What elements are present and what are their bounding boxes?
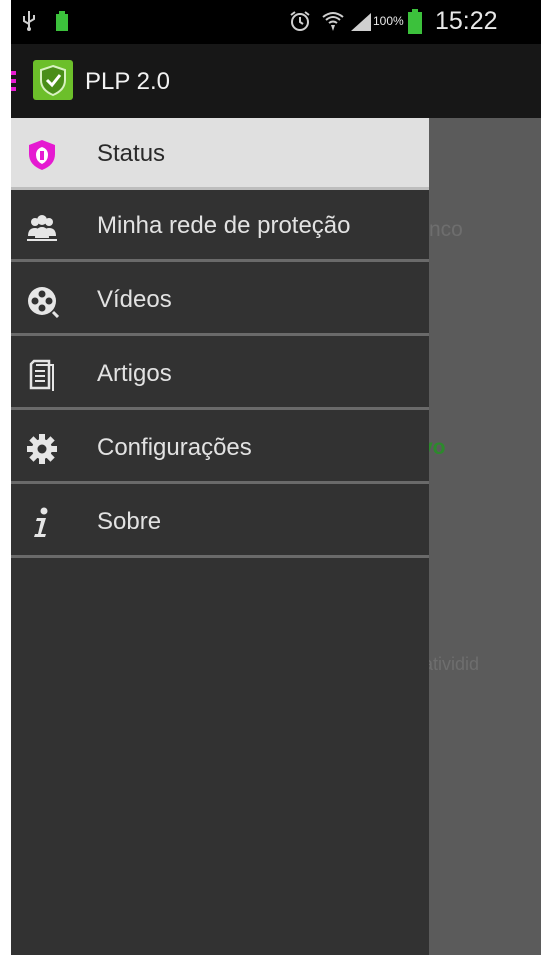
people-icon — [27, 215, 57, 241]
shield-icon — [29, 140, 55, 170]
film-reel-icon — [28, 287, 59, 318]
wifi-icon — [322, 12, 344, 31]
info-icon — [34, 507, 48, 537]
battery-percent: 100% — [373, 14, 404, 28]
signal-icon — [351, 13, 371, 31]
battery-icon — [408, 9, 422, 34]
menu-item-videos[interactable]: Vídeos — [11, 264, 429, 336]
background-text: nco — [429, 218, 463, 241]
gear-icon — [27, 434, 57, 464]
phone-screen: 100% 15:22 PLP 2.0 nco vo atividid Statu… — [11, 0, 541, 955]
battery-notification-icon — [56, 11, 68, 31]
document-icon — [29, 359, 54, 391]
status-bar: 100% 15:22 — [11, 0, 541, 44]
menu-item-label: Vídeos — [97, 286, 172, 313]
navigation-drawer: Status Minha rede de proteção Vídeos Art… — [11, 118, 429, 955]
action-bar: PLP 2.0 — [11, 44, 541, 118]
menu-item-status[interactable]: Status — [11, 118, 429, 190]
menu-item-label: Minha rede de proteção — [97, 212, 351, 239]
drawer-indicator-icon[interactable] — [11, 71, 16, 93]
menu-item-configuracoes[interactable]: Configurações — [11, 412, 429, 484]
usb-icon — [23, 11, 35, 31]
menu-item-artigos[interactable]: Artigos — [11, 338, 429, 410]
clock: 15:22 — [435, 7, 498, 35]
app-title: PLP 2.0 — [85, 68, 170, 95]
shield-check-icon[interactable] — [33, 60, 73, 100]
menu-item-label: Status — [97, 140, 166, 167]
menu-item-label: Sobre — [97, 508, 162, 535]
menu-item-rede-protecao[interactable]: Minha rede de proteção — [11, 190, 429, 262]
alarm-icon — [290, 11, 310, 31]
background-text: atividid — [423, 654, 480, 674]
menu-item-label: Artigos — [97, 360, 172, 387]
menu-item-label: Configurações — [97, 434, 252, 461]
menu-item-sobre[interactable]: Sobre — [11, 486, 429, 558]
